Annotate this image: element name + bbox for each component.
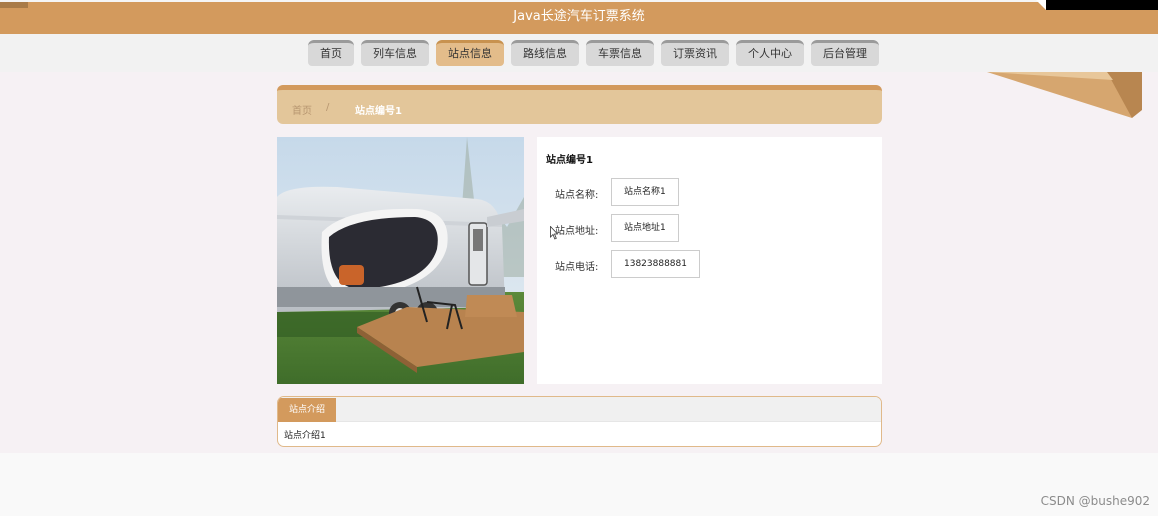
page-footer [0, 453, 1158, 516]
nav-item-booking-news[interactable]: 订票资讯 [661, 40, 729, 66]
nav-item-train-info[interactable]: 列车信息 [361, 40, 429, 66]
station-name-label: 站点名称: [555, 190, 599, 201]
breadcrumb-home-link[interactable]: 首页 [292, 102, 312, 117]
station-detail-panel: 站点编号1 站点名称: 站点名称1 站点地址: 站点地址1 站点电话: 1382… [537, 137, 882, 384]
station-intro-section: 站点介绍 站点介绍1 [277, 396, 882, 447]
station-phone-label: 站点电话: [555, 262, 599, 273]
nav-item-home[interactable]: 首页 [308, 40, 354, 66]
site-header: Java长途汽车订票系统 [0, 2, 1158, 34]
field-row-station-name: 站点名称: 站点名称1 [537, 178, 882, 206]
main-nav: 首页 列车信息 站点信息 路线信息 车票信息 订票资讯 个人中心 后台管理 [0, 34, 1158, 72]
field-row-station-address: 站点地址: 站点地址1 [537, 214, 882, 242]
window-edge [1158, 0, 1164, 516]
field-row-station-phone: 站点电话: 13823888881 [537, 250, 882, 278]
watermark-text: CSDN @bushe902 [1040, 494, 1150, 508]
site-title: Java长途汽车订票系统 [513, 9, 645, 24]
nav-item-ticket-info[interactable]: 车票信息 [586, 40, 654, 66]
station-detail-title: 站点编号1 [546, 155, 593, 166]
mouse-cursor-icon [550, 226, 558, 240]
corner-notch [1036, 0, 1046, 10]
corner-decoration [1046, 0, 1158, 10]
station-photo [277, 137, 524, 384]
ribbon-decoration [987, 72, 1142, 118]
breadcrumb-current: 站点编号1 [355, 106, 402, 117]
breadcrumb-separator: / [326, 102, 330, 113]
nav-list: 首页 列车信息 站点信息 路线信息 车票信息 订票资讯 个人中心 后台管理 [308, 40, 879, 66]
station-name-value: 站点名称1 [611, 178, 679, 206]
nav-item-personal-center[interactable]: 个人中心 [736, 40, 804, 66]
station-address-value: 站点地址1 [611, 214, 679, 242]
station-address-label: 站点地址: [555, 226, 599, 237]
station-intro-content: 站点介绍1 [284, 431, 326, 441]
station-phone-value: 13823888881 [611, 250, 700, 278]
breadcrumb: 首页 / 站点编号1 [277, 85, 882, 124]
header-corner-tab [0, 2, 28, 8]
nav-item-admin[interactable]: 后台管理 [811, 40, 879, 66]
tab-station-intro[interactable]: 站点介绍 [278, 398, 337, 422]
intro-tab-bar: 站点介绍 [278, 397, 881, 422]
nav-item-station-info[interactable]: 站点信息 [436, 40, 504, 66]
nav-item-route-info[interactable]: 路线信息 [511, 40, 579, 66]
